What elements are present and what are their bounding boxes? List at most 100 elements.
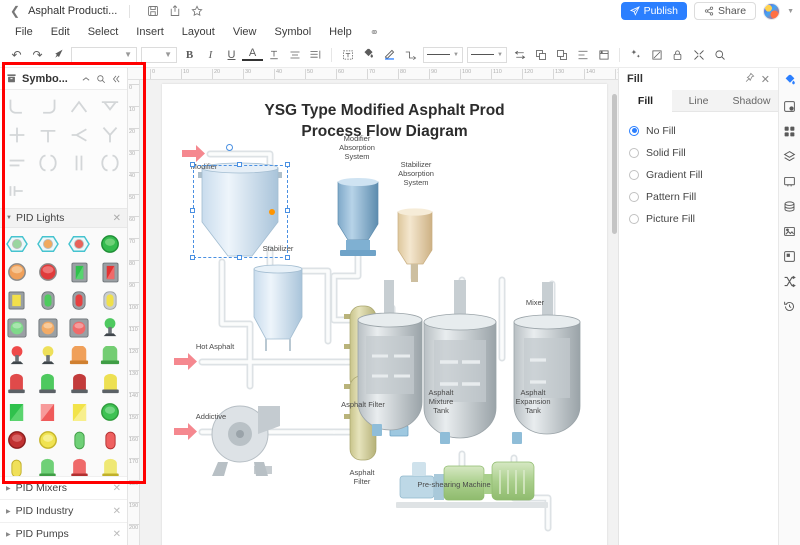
symbol-expansion-joint-icon[interactable] [33, 149, 64, 177]
font-size-select[interactable]: ▼ [141, 46, 177, 63]
favorite-star-icon[interactable] [186, 3, 208, 19]
light-symbol-hex-orange[interactable] [32, 230, 63, 258]
line-spacing-icon[interactable] [305, 44, 326, 65]
menu-item-insert[interactable]: Insert [127, 22, 173, 42]
menu-item-select[interactable]: Select [79, 22, 128, 42]
light-symbol-ring-green[interactable] [95, 230, 126, 258]
presentation-icon[interactable] [781, 172, 799, 190]
light-symbol-pill-red[interactable] [64, 286, 95, 314]
light-symbol-circle-orange[interactable] [1, 258, 32, 286]
symbol-tee-icon[interactable] [33, 121, 64, 149]
light-symbol-square-green[interactable] [1, 314, 32, 342]
grid-icon[interactable] [781, 122, 799, 140]
fill-bucket-icon[interactable] [358, 44, 379, 65]
fill-bucket-icon[interactable] [781, 72, 799, 90]
tools-icon[interactable] [688, 44, 709, 65]
fill-option-solid-fill[interactable]: Solid Fill [629, 144, 778, 161]
light-symbol-hex-red[interactable] [64, 230, 95, 258]
symbol-reducer-icon[interactable] [64, 93, 95, 121]
tab-fill[interactable]: Fill [619, 90, 672, 112]
light-symbol-ring-darkred[interactable] [1, 426, 32, 454]
light-symbol-square-orange[interactable] [32, 314, 63, 342]
tab-line[interactable]: Line [672, 90, 725, 112]
glasses-icon[interactable]: ⚭ [361, 26, 388, 39]
publish-button[interactable]: Publish [620, 2, 688, 20]
crop-icon[interactable] [646, 44, 667, 65]
shape-format-icon[interactable] [781, 97, 799, 115]
close-icon[interactable]: ✕ [113, 529, 121, 540]
close-icon[interactable]: ✕ [761, 73, 770, 86]
redo-icon[interactable]: ↷ [27, 44, 48, 65]
light-symbol-dome-yellow[interactable] [95, 370, 126, 398]
back-chevron-icon[interactable]: ❮ [8, 4, 28, 18]
diagram-page[interactable]: YSG Type Modified Asphalt Prod Process F… [162, 84, 607, 545]
database-icon[interactable] [781, 197, 799, 215]
fill-option-pattern-fill[interactable]: Pattern Fill [629, 188, 778, 205]
font-family-select[interactable]: ▼ [71, 46, 137, 63]
connector-icon[interactable] [400, 44, 421, 65]
light-symbol-square-red[interactable] [64, 314, 95, 342]
format-painter-icon[interactable] [48, 44, 69, 65]
selection-handle-w[interactable] [190, 208, 195, 213]
symbol-flange-icon[interactable] [2, 177, 33, 205]
light-symbol-dome-yellow-2[interactable] [95, 454, 126, 476]
layers-icon[interactable] [781, 147, 799, 165]
radio-no-fill[interactable] [629, 125, 639, 136]
canvas-vertical-scrollbar[interactable] [612, 94, 617, 234]
vertical-ruler[interactable]: 0 10 20 30 40 50 60 70 80 90 100 110 120 130 140 150 160… [128, 80, 140, 545]
line-weight-select[interactable]: ▼ [467, 46, 507, 63]
symbol-panel-scroll[interactable]: ▼ PID Lights ✕ [0, 90, 127, 476]
rotation-handle[interactable] [269, 209, 275, 215]
menu-item-file[interactable]: File [6, 22, 42, 42]
symbol-cross-icon[interactable] [2, 121, 33, 149]
symbol-arrow-junction-icon[interactable] [64, 121, 95, 149]
effects-icon[interactable] [625, 44, 646, 65]
close-icon[interactable]: ✕ [113, 506, 121, 517]
symbol-category-pid-mixers[interactable]: ▶ PID Mixers ✕ [0, 476, 127, 499]
symbol-parallel-icon[interactable] [2, 149, 33, 177]
symbol-wye-icon[interactable] [94, 121, 125, 149]
strikethrough-icon[interactable] [263, 44, 284, 65]
canvas-viewport[interactable]: YSG Type Modified Asphalt Prod Process F… [140, 80, 618, 545]
light-symbol-pill-red-2[interactable] [95, 426, 126, 454]
double-chevron-left-icon[interactable] [111, 74, 121, 84]
light-symbol-pill-green-2[interactable] [64, 426, 95, 454]
connector-point[interactable] [226, 144, 233, 151]
pin-icon[interactable] [744, 72, 755, 86]
selection-handle-n[interactable] [237, 162, 242, 167]
light-symbol-pill-yellow[interactable] [95, 286, 126, 314]
light-symbol-mushroom-red[interactable] [1, 342, 32, 370]
symbol-bracket-icon[interactable] [94, 149, 125, 177]
search-icon[interactable] [709, 44, 730, 65]
shuffle-icon[interactable] [781, 272, 799, 290]
chevron-up-icon[interactable] [81, 74, 91, 84]
light-symbol-dome-darkred[interactable] [64, 370, 95, 398]
light-symbol-ring-green-2[interactable] [95, 398, 126, 426]
fill-option-picture-fill[interactable]: Picture Fill [629, 210, 778, 227]
pen-icon[interactable] [379, 44, 400, 65]
export-icon[interactable] [164, 3, 186, 19]
search-icon[interactable] [96, 74, 106, 84]
fill-option-gradient-fill[interactable]: Gradient Fill [629, 166, 778, 183]
group-icon[interactable] [593, 44, 614, 65]
save-icon[interactable] [142, 3, 164, 19]
light-symbol-ring-yellow[interactable] [32, 426, 63, 454]
menu-item-view[interactable]: View [224, 22, 266, 42]
line-style-select[interactable]: ▼ [423, 46, 463, 63]
underline-button[interactable]: U [221, 44, 242, 65]
undo-icon[interactable]: ↶ [6, 44, 27, 65]
light-symbol-mushroom-yellow[interactable] [32, 342, 63, 370]
history-icon[interactable] [781, 297, 799, 315]
light-symbol-rect-red[interactable] [95, 258, 126, 286]
light-symbol-mushroom-green[interactable] [95, 314, 126, 342]
selection-handle-sw[interactable] [190, 255, 195, 260]
selection-handle-ne[interactable] [285, 162, 290, 167]
tab-shadow[interactable]: Shadow [725, 90, 778, 112]
menu-item-layout[interactable]: Layout [173, 22, 224, 42]
bold-button[interactable]: B [179, 44, 200, 65]
selection-handle-nw[interactable] [190, 162, 195, 167]
lock-icon[interactable] [667, 44, 688, 65]
symbol-group-pid-lights[interactable]: ▼ PID Lights ✕ [0, 208, 127, 228]
light-symbol-dome-green[interactable] [95, 342, 126, 370]
document-title[interactable]: Asphalt Producti... [28, 5, 117, 17]
